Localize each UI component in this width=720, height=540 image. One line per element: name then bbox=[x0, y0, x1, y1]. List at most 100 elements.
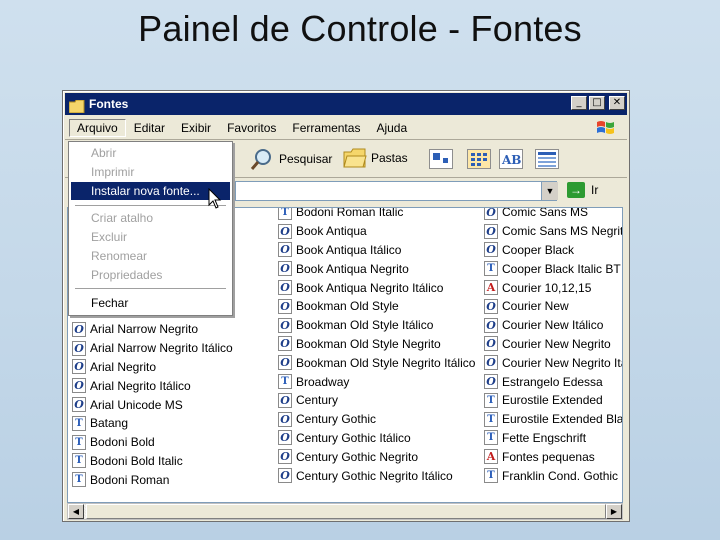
menu-propriedades[interactable]: Propriedades bbox=[71, 266, 230, 284]
menu-separator bbox=[75, 288, 226, 290]
opentype-font-icon: O bbox=[278, 468, 292, 484]
font-item[interactable]: T Franklin Cond. Gothic bbox=[484, 466, 622, 485]
scroll-left-button[interactable]: ◀ bbox=[68, 504, 84, 519]
font-item[interactable]: T Bodoni Bold Italic bbox=[72, 452, 233, 471]
menu-instalar-nova-fonte[interactable]: Instalar nova fonte... bbox=[71, 182, 230, 200]
menu-criar-atalho[interactable]: Criar atalho bbox=[71, 209, 230, 227]
details-view-icon bbox=[538, 152, 556, 167]
menu-fechar[interactable]: Fechar bbox=[71, 294, 230, 312]
window-titlebar[interactable]: Fontes _ □ ✕ bbox=[65, 93, 627, 115]
font-item[interactable]: O Comic Sans MS bbox=[484, 208, 622, 222]
truetype-font-icon: T bbox=[72, 415, 86, 431]
folders-button[interactable]: Pastas bbox=[343, 147, 408, 169]
menu-arquivo[interactable]: Arquivo bbox=[69, 119, 126, 137]
menu-editar[interactable]: Editar bbox=[126, 119, 173, 137]
view-list-button[interactable] bbox=[467, 149, 491, 169]
font-item[interactable]: O Courier New Negrito bbox=[484, 335, 622, 354]
font-item[interactable]: A Fontes pequenas bbox=[484, 447, 622, 466]
opentype-font-icon: O bbox=[484, 355, 498, 371]
address-dropdown-button[interactable]: ▼ bbox=[541, 182, 558, 200]
menu-abrir[interactable]: Abrir bbox=[71, 144, 230, 162]
opentype-font-icon: O bbox=[484, 336, 498, 352]
font-item[interactable]: T Fette Engschrift bbox=[484, 429, 622, 448]
raster-font-icon: A bbox=[484, 449, 498, 465]
font-item[interactable]: O Arial Unicode MS bbox=[72, 395, 233, 414]
font-item[interactable]: O Courier New bbox=[484, 297, 622, 316]
font-item[interactable]: A Courier 10,12,15 bbox=[484, 278, 622, 297]
windows-logo-icon bbox=[595, 119, 617, 137]
scroll-thumb[interactable] bbox=[86, 504, 606, 519]
font-item[interactable]: O Book Antiqua Itálico bbox=[278, 241, 475, 260]
font-item[interactable]: T Bodoni Roman bbox=[72, 470, 233, 489]
font-item[interactable]: O Bookman Old Style Itálico bbox=[278, 316, 475, 335]
font-item[interactable]: T Broadway bbox=[278, 372, 475, 391]
mouse-cursor-icon bbox=[208, 187, 222, 210]
search-button[interactable]: Pesquisar bbox=[249, 147, 332, 171]
go-button[interactable]: → Ir bbox=[567, 182, 598, 198]
font-item[interactable]: O Bookman Old Style Negrito bbox=[278, 335, 475, 354]
opentype-font-icon: O bbox=[278, 317, 292, 333]
menu-renomear[interactable]: Renomear bbox=[71, 247, 230, 265]
font-item[interactable]: O Cooper Black bbox=[484, 241, 622, 260]
view-details-button[interactable] bbox=[535, 149, 559, 169]
opentype-font-icon: O bbox=[278, 261, 292, 277]
scroll-right-button[interactable]: ▶ bbox=[606, 504, 622, 519]
font-item[interactable]: O Century Gothic Negrito bbox=[278, 447, 475, 466]
font-item[interactable]: T Eurostile Extended Black bbox=[484, 410, 622, 429]
ab-similarity-icon: AB bbox=[501, 153, 521, 167]
font-item[interactable]: T Bodoni Roman Italic bbox=[278, 208, 475, 222]
opentype-font-icon: O bbox=[484, 374, 498, 390]
maximize-button[interactable]: □ bbox=[589, 96, 605, 110]
opentype-font-icon: O bbox=[72, 397, 86, 413]
opentype-font-icon: O bbox=[72, 359, 86, 375]
font-item[interactable]: O Bookman Old Style bbox=[278, 297, 475, 316]
search-label: Pesquisar bbox=[279, 152, 333, 166]
font-item[interactable]: O Bookman Old Style Negrito Itálico bbox=[278, 353, 475, 372]
menu-favoritos[interactable]: Favoritos bbox=[219, 119, 284, 137]
view-icons-button[interactable] bbox=[429, 149, 453, 169]
opentype-font-icon: O bbox=[278, 430, 292, 446]
window-title: Fontes bbox=[89, 97, 129, 111]
opentype-font-icon: O bbox=[484, 298, 498, 314]
address-input[interactable] bbox=[235, 181, 557, 201]
font-item[interactable]: O Book Antiqua Negrito Itálico bbox=[278, 278, 475, 297]
minimize-button[interactable]: _ bbox=[571, 96, 587, 110]
font-item[interactable]: O Century bbox=[278, 391, 475, 410]
font-column-3: O Comic Sans MS O Comic Sans MS Negrito OC… bbox=[484, 208, 622, 485]
font-item[interactable]: T Cooper Black Italic BT bbox=[484, 259, 622, 278]
font-item[interactable]: O Book Antiqua Negrito bbox=[278, 259, 475, 278]
truetype-font-icon: T bbox=[484, 430, 498, 446]
font-item[interactable]: O Book Antiqua bbox=[278, 222, 475, 241]
opentype-font-icon: O bbox=[278, 242, 292, 258]
font-item[interactable]: O Arial Negrito bbox=[72, 358, 233, 377]
font-item[interactable]: T Bodoni Bold bbox=[72, 433, 233, 452]
list-view-icon bbox=[471, 153, 487, 166]
menu-excluir[interactable]: Excluir bbox=[71, 228, 230, 246]
menu-ferramentas[interactable]: Ferramentas bbox=[284, 119, 368, 137]
opentype-font-icon: O bbox=[278, 411, 292, 427]
close-button[interactable]: ✕ bbox=[609, 96, 625, 110]
menu-separator bbox=[75, 205, 226, 207]
truetype-font-icon: T bbox=[484, 261, 498, 277]
font-item[interactable]: O Comic Sans MS Negrito bbox=[484, 222, 622, 241]
large-icons-view-icon bbox=[433, 153, 448, 163]
font-item[interactable]: OCourier New Negrito Itálico bbox=[484, 353, 622, 372]
font-item[interactable]: O Century Gothic Negrito Itálico bbox=[278, 466, 475, 485]
opentype-font-icon: O bbox=[484, 317, 498, 333]
view-similarity-button[interactable]: AB bbox=[499, 149, 523, 169]
menu-ajuda[interactable]: Ajuda bbox=[368, 119, 415, 137]
font-item[interactable]: O Century Gothic bbox=[278, 410, 475, 429]
horizontal-scrollbar[interactable]: ◀ ▶ bbox=[67, 503, 623, 520]
opentype-font-icon: O bbox=[72, 378, 86, 394]
font-item[interactable]: T Eurostile Extended bbox=[484, 391, 622, 410]
font-item[interactable]: T Batang bbox=[72, 414, 233, 433]
arquivo-dropdown-menu: Abrir Imprimir Instalar nova fonte... Cr… bbox=[68, 141, 233, 316]
font-item[interactable]: O Century Gothic Itálico bbox=[278, 429, 475, 448]
font-item[interactable]: O Arial Narrow Negrito Itálico bbox=[72, 339, 233, 358]
font-item[interactable]: O Arial Negrito Itálico bbox=[72, 376, 233, 395]
menu-exibir[interactable]: Exibir bbox=[173, 119, 219, 137]
font-item[interactable]: O Courier New Itálico bbox=[484, 316, 622, 335]
menu-imprimir[interactable]: Imprimir bbox=[71, 163, 230, 181]
font-item[interactable]: O Arial Narrow Negrito bbox=[72, 320, 233, 339]
font-item[interactable]: O Estrangelo Edessa bbox=[484, 372, 622, 391]
